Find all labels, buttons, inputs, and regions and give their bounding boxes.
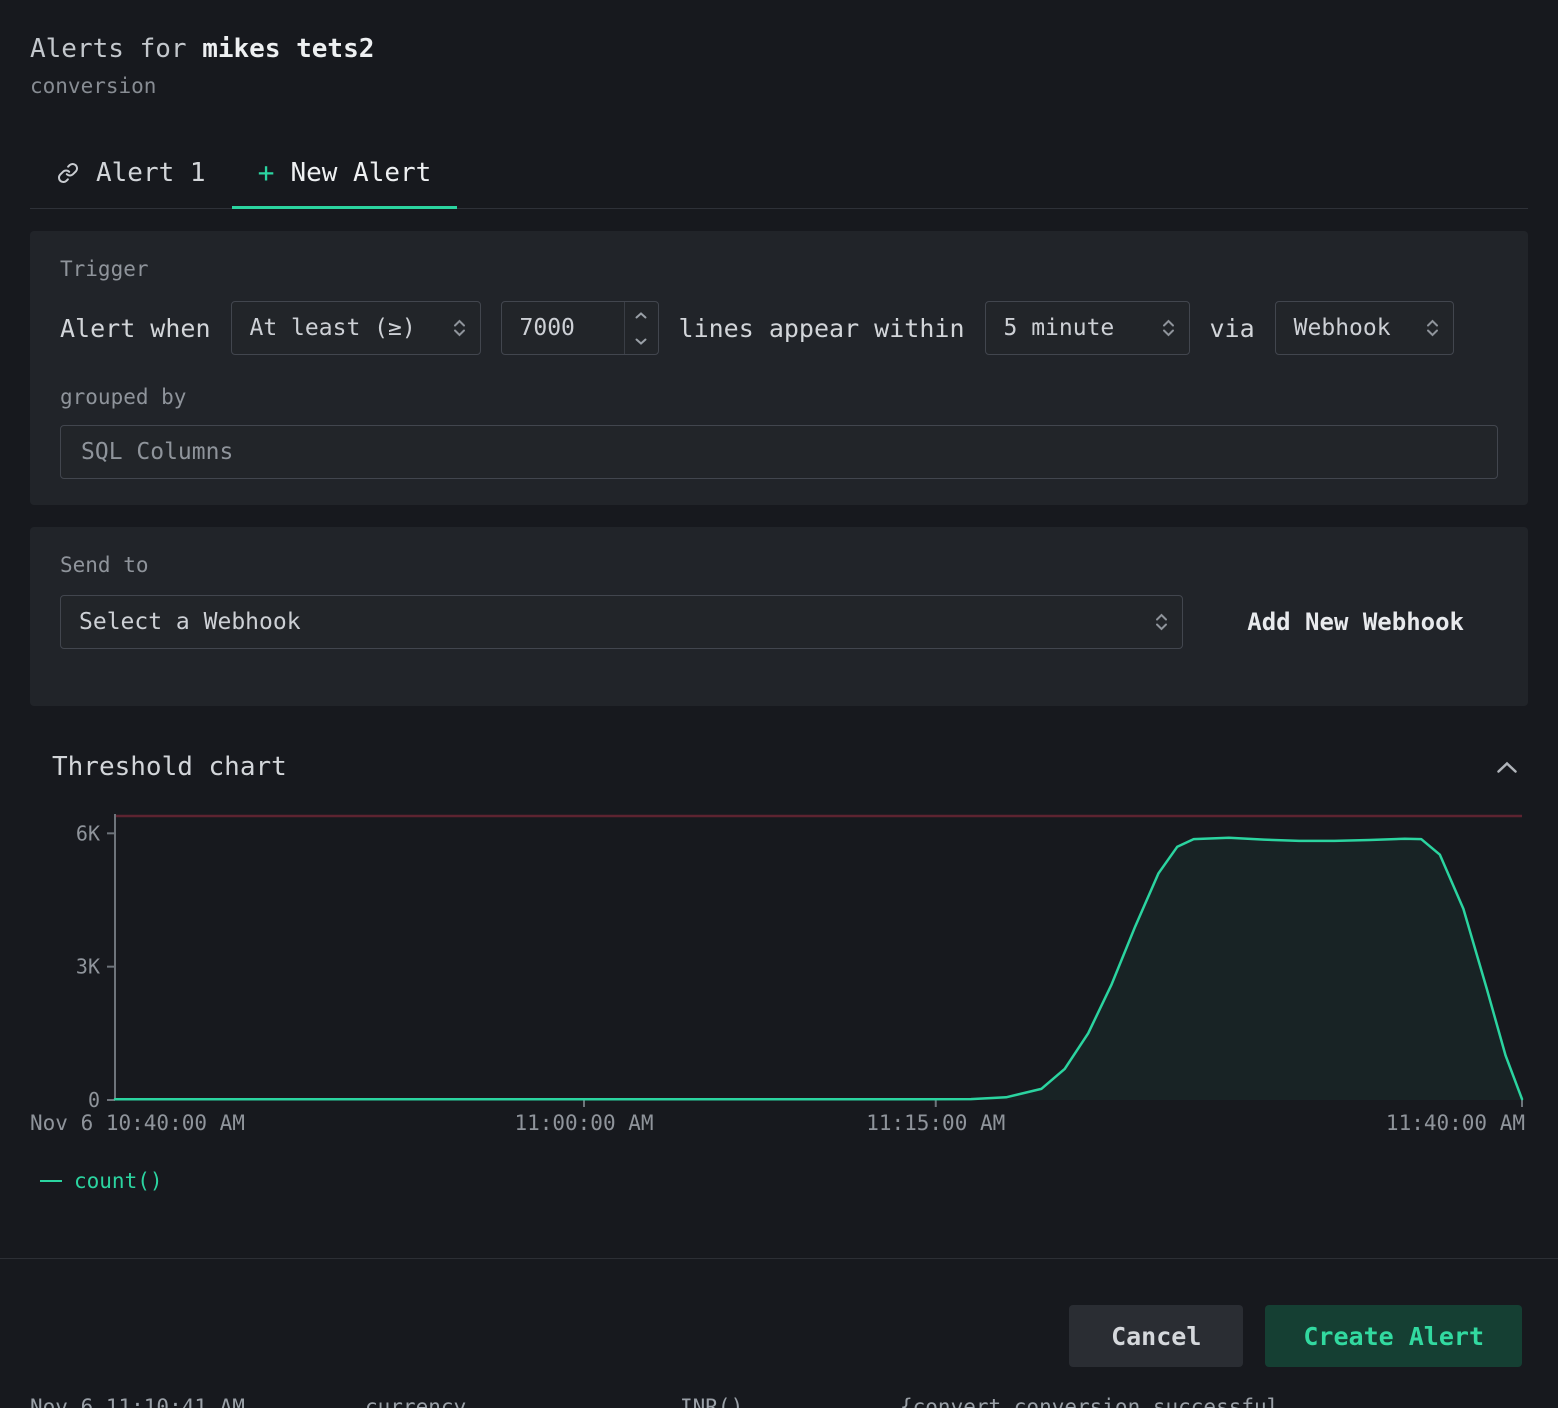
webhook-select[interactable]: Select a Webhook <box>60 595 1183 649</box>
trigger-panel: Trigger Alert when At least (≥) 7000 <box>30 231 1528 505</box>
trigger-controls-row: Alert when At least (≥) 7000 <box>60 301 1498 355</box>
decrement-button[interactable] <box>625 328 658 354</box>
link-icon <box>56 161 80 185</box>
x-tick-label: 11:40:00 AM <box>1386 1111 1525 1135</box>
series-area-fill <box>115 838 1522 1100</box>
chevron-updown-icon <box>1155 613 1168 631</box>
page-title-prefix: Alerts for <box>30 34 187 64</box>
trigger-section-label: Trigger <box>60 257 1498 281</box>
alert-tabs: Alert 1 + New Alert <box>30 138 1528 209</box>
channel-select-value: Webhook <box>1294 315 1391 341</box>
channel-select[interactable]: Webhook <box>1275 301 1454 355</box>
chevron-updown-icon <box>1426 319 1439 337</box>
footer-buttons: Cancel Create Alert <box>0 1259 1558 1367</box>
chart-legend: count() <box>40 1169 1528 1193</box>
y-axis-ticks: 0 3K 6K <box>76 821 115 1112</box>
log-column-inr: INR() <box>680 1395 743 1408</box>
x-tick-label: Nov 6 10:40:00 AM <box>30 1111 245 1135</box>
via-label: via <box>1210 314 1255 343</box>
svg-text:6K: 6K <box>76 821 100 845</box>
condition-select-value: At least (≥) <box>250 315 416 341</box>
alert-when-label: Alert when <box>60 314 211 343</box>
interval-select-value: 5 minute <box>1004 315 1115 341</box>
modal-header: Alerts for mikes tets2 conversion <box>30 0 1528 98</box>
send-to-label: Send to <box>60 553 1498 577</box>
threshold-chart-section: Threshold chart 0 3K 6K Nov 6 10:40:00 AM … <box>30 752 1528 1193</box>
webhook-select-placeholder: Select a Webhook <box>79 609 301 635</box>
send-to-row: Select a Webhook Add New Webhook <box>60 595 1498 649</box>
threshold-value: 7000 <box>502 302 624 354</box>
tab-new-alert[interactable]: + New Alert <box>232 138 458 208</box>
modal-footer: Cancel Create Alert <box>0 1258 1558 1408</box>
send-to-panel: Send to Select a Webhook Add New Webhook <box>30 527 1528 706</box>
chevron-updown-icon <box>453 319 466 337</box>
x-axis-ticks <box>584 1100 1522 1107</box>
page-title-source-name: mikes tets2 <box>202 34 374 64</box>
x-tick-label: 11:15:00 AM <box>866 1111 1005 1135</box>
log-message: {convert conversion successful <box>900 1395 1279 1408</box>
group-by-input[interactable] <box>60 425 1498 479</box>
interval-select[interactable]: 5 minute <box>985 301 1190 355</box>
lines-within-label: lines appear within <box>679 314 965 343</box>
create-alert-button[interactable]: Create Alert <box>1265 1305 1522 1367</box>
condition-select[interactable]: At least (≥) <box>231 301 481 355</box>
page-subtitle: conversion <box>30 74 1528 98</box>
legend-series-label: count() <box>74 1169 163 1193</box>
grouped-by-label: grouped by <box>60 385 1498 409</box>
add-webhook-button[interactable]: Add New Webhook <box>1247 608 1464 636</box>
alert-modal: Alerts for mikes tets2 conversion Alert … <box>0 0 1558 1408</box>
svg-text:3K: 3K <box>76 955 100 979</box>
threshold-chart: 0 3K 6K Nov 6 10:40:00 AM 11:00:00 AM 11:1… <box>30 808 1528 1143</box>
log-timestamp: Nov 6 11:10:41 AM <box>30 1395 245 1408</box>
log-column-currency: currency <box>365 1395 466 1408</box>
chart-header: Threshold chart <box>30 752 1528 782</box>
chevron-updown-icon <box>1162 319 1175 337</box>
page-title: Alerts for mikes tets2 <box>30 34 1528 64</box>
tab-new-alert-label: New Alert <box>290 158 431 188</box>
tab-alert-1-label: Alert 1 <box>96 158 206 188</box>
legend-line-swatch <box>40 1180 62 1182</box>
chart-title: Threshold chart <box>52 752 287 782</box>
cancel-button[interactable]: Cancel <box>1069 1305 1243 1367</box>
x-tick-label: 11:00:00 AM <box>514 1111 653 1135</box>
background-log-row: Nov 6 11:10:41 AM currency INR() {conver… <box>0 1395 1558 1408</box>
threshold-spinner <box>624 302 658 354</box>
svg-text:0: 0 <box>88 1088 100 1112</box>
collapse-chevron-icon[interactable] <box>1496 761 1528 774</box>
threshold-input[interactable]: 7000 <box>501 301 659 355</box>
plus-icon: + <box>258 159 275 187</box>
increment-button[interactable] <box>625 302 658 328</box>
tab-alert-1[interactable]: Alert 1 <box>30 138 232 208</box>
